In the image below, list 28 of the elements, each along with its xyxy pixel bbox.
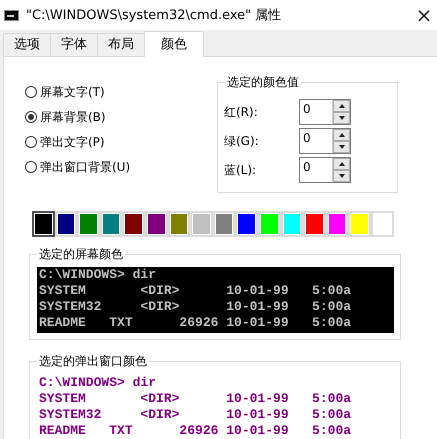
console-line: C:\WINDOWS> dir (39, 375, 156, 390)
close-button[interactable]: × (412, 5, 436, 25)
console-line: SYSTEM32 <DIR> 10-01-99 5:00a (39, 407, 352, 422)
tab[interactable]: 颜色 (144, 31, 204, 57)
console-line: SYSTEM <DIR> 10-01-99 5:00a (39, 283, 352, 298)
field-label: 红(R): (224, 104, 259, 120)
console-icon (4, 10, 19, 20)
radio-label: 弹出窗口背景(U) (40, 158, 130, 176)
console-line: README TXT 26926 10-01-99 5:00a (39, 315, 352, 330)
radio-label: 弹出文字(P) (40, 134, 105, 150)
radio-button[interactable] (25, 111, 37, 123)
window-title: "C:\WINDOWS\system32\cmd.exe" 属性 (26, 7, 282, 24)
console-line: README TXT 26926 10-01-99 5:00a (39, 423, 352, 438)
console-line: SYSTEM <DIR> 10-01-99 5:00a (39, 391, 352, 406)
radio-button[interactable] (25, 161, 37, 173)
console-line: SYSTEM32 <DIR> 10-01-99 5:00a (39, 299, 352, 314)
group-title: 选定的弹出窗口颜色 (37, 353, 149, 370)
radio-label: 屏幕文字(T) (40, 84, 105, 100)
radio-label: 屏幕背景(B) (40, 108, 106, 126)
tab[interactable]: 选项 (3, 33, 51, 56)
radio-button[interactable] (25, 86, 37, 98)
field-label: 绿(G): (224, 132, 260, 150)
field-label: 蓝(L): (224, 162, 258, 178)
group-title: 选定的屏幕颜色 (37, 246, 125, 263)
console-line: C:\WINDOWS> dir (39, 267, 156, 282)
color-swatch[interactable] (32, 211, 55, 237)
group-title: 选定的颜色值 (225, 74, 301, 91)
radio-button[interactable] (25, 136, 37, 148)
